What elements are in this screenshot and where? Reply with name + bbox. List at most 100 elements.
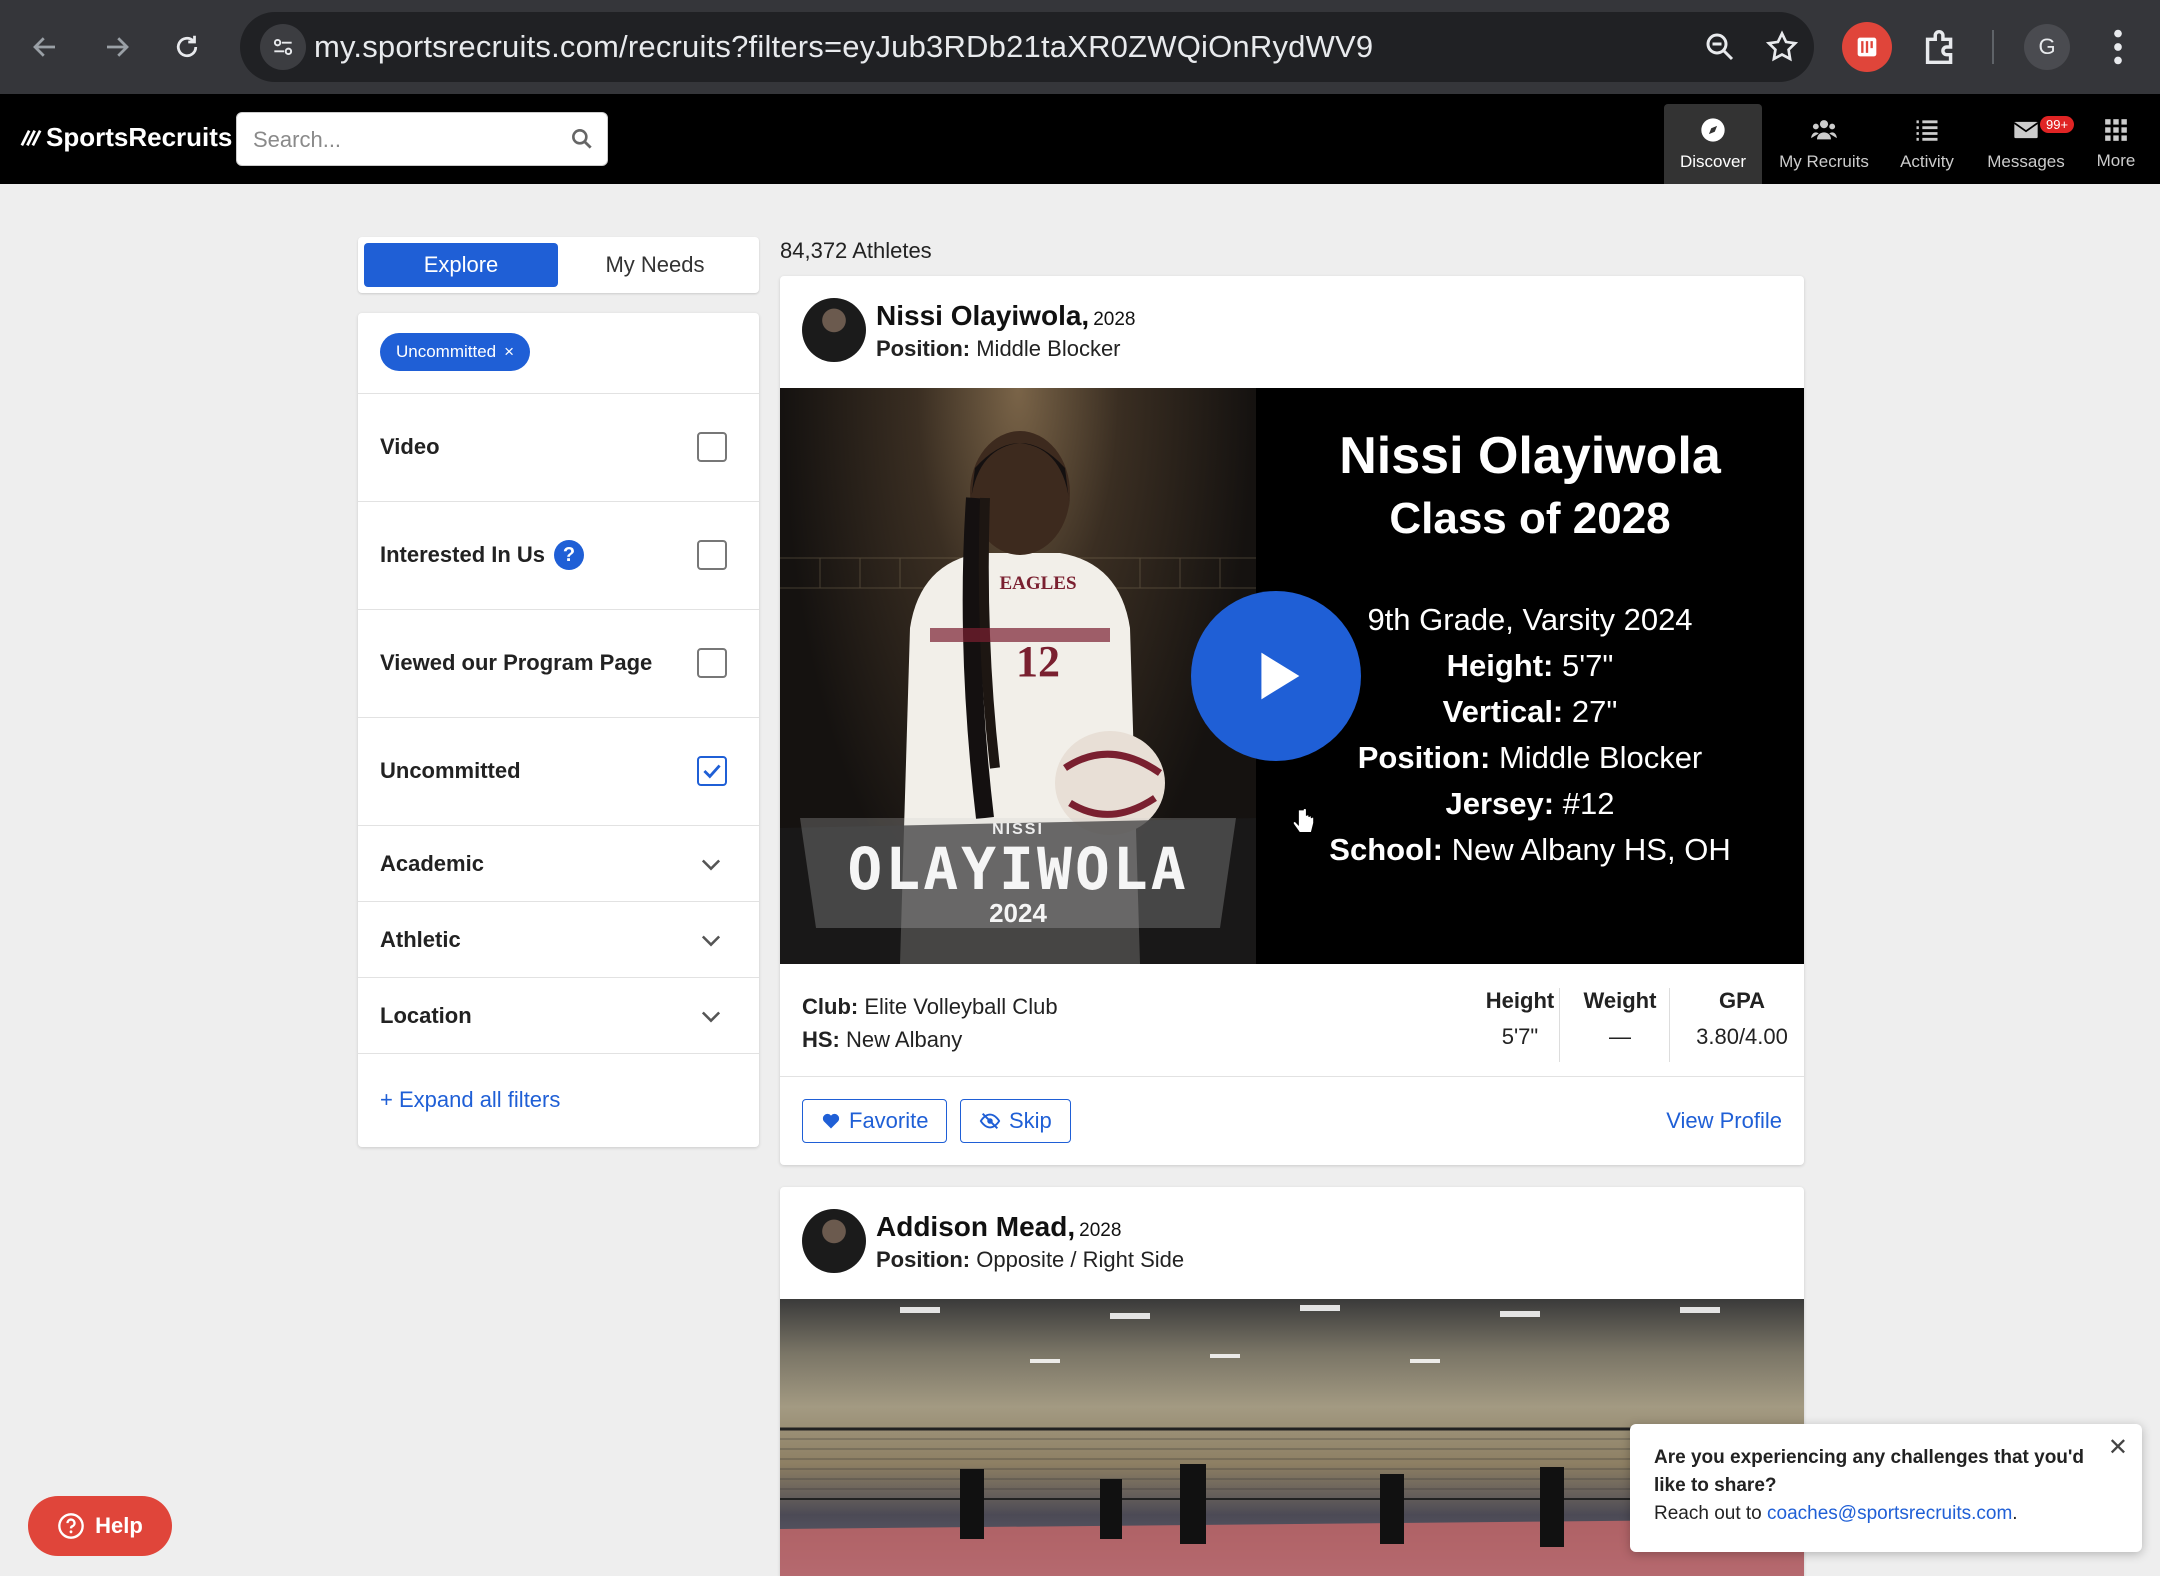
nav-label: More xyxy=(2096,151,2136,170)
expand-all-filters-link[interactable]: + Expand all filters xyxy=(380,1087,560,1113)
highlight-video[interactable]: EAGLES 12 NISSI OLAYIWOLA 2024 Nissi Ola… xyxy=(780,388,1804,964)
search-icon[interactable] xyxy=(569,126,595,152)
video-checkbox[interactable] xyxy=(697,432,727,462)
stat-divider xyxy=(1669,988,1670,1062)
athlete-name[interactable]: Addison Mead, 2028 xyxy=(876,1211,1121,1243)
filter-label: Video xyxy=(380,434,440,459)
hand-cursor-icon xyxy=(1292,807,1315,834)
view-profile-link[interactable]: View Profile xyxy=(1666,1108,1782,1134)
browser-chrome: my.sportsrecruits.com/recruits?filters=e… xyxy=(0,0,2160,94)
info-key: Jersey: xyxy=(1445,786,1555,821)
forward-button[interactable] xyxy=(92,22,142,72)
help-button[interactable]: Help xyxy=(28,1496,172,1556)
stat-divider xyxy=(1559,988,1560,1062)
chevron-down-icon xyxy=(701,859,721,871)
arrow-left-icon xyxy=(33,37,55,57)
filter-panel: Uncommitted × Video Interested In Us ? V… xyxy=(358,313,759,1147)
stat-weight: Weight — xyxy=(1570,988,1670,1050)
nav-label: Activity xyxy=(1900,152,1954,171)
play-button[interactable] xyxy=(1191,591,1361,761)
active-filter-chip[interactable]: Uncommitted × xyxy=(380,333,531,371)
nav-messages[interactable]: 99+ Messages xyxy=(1980,104,2075,184)
bookmark-star-icon[interactable] xyxy=(1764,29,1800,65)
filter-uncommitted[interactable]: Uncommitted xyxy=(358,717,759,825)
reload-icon xyxy=(176,35,198,58)
arrow-right-icon xyxy=(107,37,129,57)
viewed-checkbox[interactable] xyxy=(697,648,727,678)
people-icon xyxy=(1811,120,1837,140)
logo-text: SportsRecruits xyxy=(46,122,233,152)
section-location[interactable]: Location xyxy=(358,977,759,1053)
banner-last-name: OLAYIWOLA xyxy=(847,835,1189,903)
banner-year: 2024 xyxy=(989,898,1047,928)
athlete-name[interactable]: Nissi Olayiwola, 2028 xyxy=(876,300,1135,332)
video-subtitle: Class of 2028 xyxy=(1389,494,1671,543)
kebab-menu-icon[interactable] xyxy=(2100,24,2136,70)
reload-button[interactable] xyxy=(162,22,212,72)
nav-my-recruits[interactable]: My Recruits xyxy=(1774,104,1874,184)
back-button[interactable] xyxy=(20,22,70,72)
question-circle-icon xyxy=(58,1513,84,1539)
filter-interested-in-us[interactable]: Interested In Us ? xyxy=(358,501,759,609)
position-value: Opposite / Right Side xyxy=(976,1247,1185,1272)
info-value: #12 xyxy=(1562,786,1615,821)
club-value: Elite Volleyball Club xyxy=(864,994,1058,1019)
stat-label: GPA xyxy=(1718,988,1766,1013)
toast-question: Are you experiencing any challenges that… xyxy=(1654,1447,2085,1496)
nav-discover[interactable]: Discover xyxy=(1664,104,1762,184)
tab-my-needs[interactable]: My Needs xyxy=(558,243,752,287)
play-icon xyxy=(1261,652,1300,700)
logo-mark-icon xyxy=(20,129,42,146)
zoom-icon[interactable] xyxy=(1702,29,1738,65)
uncommitted-checkbox[interactable] xyxy=(697,756,727,786)
info-value: 5'7" xyxy=(1561,648,1614,683)
athlete-avatar[interactable] xyxy=(802,298,866,362)
feedback-toast: ✕ Are you experiencing any challenges th… xyxy=(1630,1424,2142,1552)
compass-icon xyxy=(1701,118,1725,142)
filter-video[interactable]: Video xyxy=(358,393,759,501)
help-question-icon[interactable]: ? xyxy=(554,540,584,570)
stat-label: Weight xyxy=(1583,988,1657,1013)
favorite-button[interactable]: Favorite xyxy=(802,1099,948,1143)
interested-checkbox[interactable] xyxy=(697,540,727,570)
athlete-position: Position: Opposite / Right Side xyxy=(876,1247,1184,1273)
info-key: School: xyxy=(1329,832,1443,867)
nav-activity[interactable]: Activity xyxy=(1886,104,1968,184)
search-box[interactable] xyxy=(236,112,608,167)
app-header: SportsRecruits Discover My Recruits Acti… xyxy=(0,94,2160,184)
jersey-number: 12 xyxy=(1016,637,1060,686)
info-value: 27" xyxy=(1571,694,1618,729)
extension-icon[interactable] xyxy=(1842,22,1892,72)
address-bar[interactable]: my.sportsrecruits.com/recruits?filters=e… xyxy=(240,12,1814,82)
athlete-photo: EAGLES 12 NISSI OLAYIWOLA 2024 xyxy=(780,388,1256,964)
filter-viewed-program-page[interactable]: Viewed our Program Page xyxy=(358,609,759,717)
athlete-year: 2028 xyxy=(1079,1220,1122,1241)
position-key: Position: xyxy=(876,1247,971,1272)
site-settings-icon[interactable] xyxy=(260,24,306,70)
info-value: Middle Blocker xyxy=(1498,740,1703,775)
extensions-puzzle-icon[interactable] xyxy=(1918,24,1964,70)
view-toggle: Explore My Needs xyxy=(358,237,759,293)
section-label: Athletic xyxy=(380,927,461,952)
section-academic[interactable]: Academic xyxy=(358,825,759,901)
search-input[interactable] xyxy=(253,113,553,167)
help-label: Help xyxy=(95,1513,143,1538)
nav-more[interactable]: More xyxy=(2084,104,2148,184)
list-icon xyxy=(1916,120,1938,141)
tab-explore[interactable]: Explore xyxy=(364,243,558,287)
profile-avatar[interactable]: G xyxy=(2024,24,2070,70)
nav-label: Discover xyxy=(1679,152,1747,171)
athlete-position: Position: Middle Blocker xyxy=(876,336,1121,362)
section-athletic[interactable]: Athletic xyxy=(358,901,759,977)
close-icon[interactable]: ✕ xyxy=(2108,1434,2128,1462)
coaches-email-link[interactable]: coaches@sportsrecruits.com xyxy=(1767,1503,2012,1524)
skip-button[interactable]: Skip xyxy=(960,1099,1071,1143)
athlete-avatar[interactable] xyxy=(802,1209,866,1273)
stat-value: 5'7" xyxy=(1501,1024,1539,1049)
sportsrecruits-logo[interactable]: SportsRecruits xyxy=(20,122,232,153)
stat-label: Height xyxy=(1485,988,1555,1013)
url-text: my.sportsrecruits.com/recruits?filters=e… xyxy=(314,29,1374,64)
position-value: Middle Blocker xyxy=(976,336,1121,361)
athlete-year: 2028 xyxy=(1093,309,1136,330)
chip-remove-icon[interactable]: × xyxy=(504,342,514,362)
